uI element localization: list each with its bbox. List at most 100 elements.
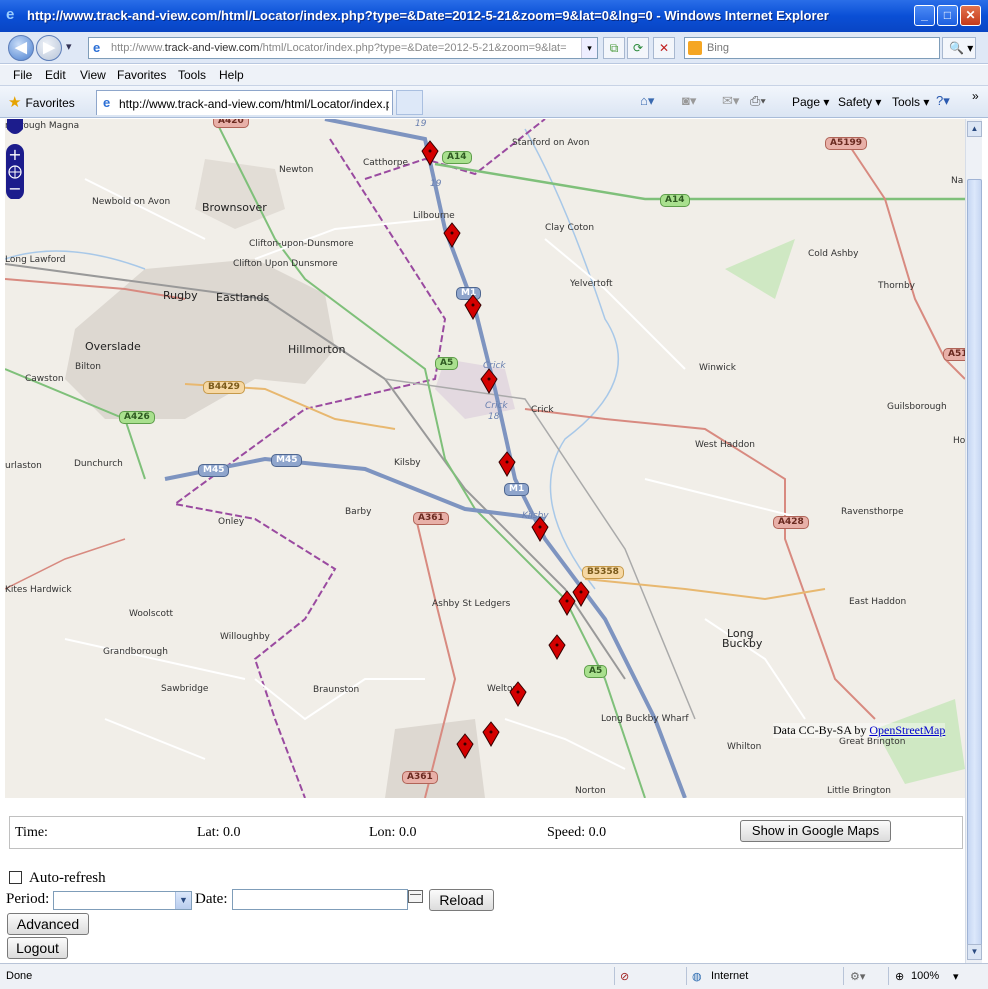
address-bar[interactable]: e http://www.track-and-view.com/html/Loc… — [88, 37, 598, 59]
position-info-panel: Time: Lat: 0.0 Lon: 0.0 Speed: 0.0 Show … — [9, 816, 963, 849]
map-zoom-control: + − — [6, 119, 24, 199]
print-icon[interactable]: ⎙▾ — [750, 93, 766, 109]
lon-label: Lon: 0.0 — [369, 825, 417, 840]
track-marker[interactable] — [480, 368, 498, 394]
scroll-up-icon[interactable]: ▲ — [967, 121, 982, 137]
search-placeholder: Bing — [707, 42, 730, 54]
close-button[interactable]: ✕ — [960, 5, 981, 26]
zoom-out-icon: − — [8, 179, 21, 198]
forward-button[interactable]: ▶ — [36, 35, 62, 61]
period-label: Period: — [6, 891, 50, 907]
title-bar: e http://www.track-and-view.com/html/Loc… — [0, 0, 988, 32]
menu-edit[interactable]: Edit — [45, 68, 66, 82]
page-content: rborough Magna Newton Catthorpe Stanford… — [5, 119, 965, 963]
track-marker[interactable] — [482, 721, 500, 747]
safety-menu[interactable]: Safety ▾ — [838, 95, 881, 109]
calendar-icon[interactable] — [408, 890, 423, 903]
date-label: Date: — [195, 891, 228, 907]
url-path: /html/Locator/index.php?type=&Date=2012-… — [259, 42, 567, 54]
search-box[interactable]: Bing — [684, 37, 940, 59]
menu-tools[interactable]: Tools — [178, 68, 206, 82]
zoom-in-icon: + — [8, 145, 21, 164]
track-markers — [421, 140, 590, 759]
scroll-down-icon[interactable]: ▼ — [967, 944, 982, 960]
advanced-button[interactable]: Advanced — [7, 913, 89, 935]
internet-zone-icon: ◍ — [692, 971, 702, 983]
speed-label: Speed: 0.0 — [547, 825, 607, 840]
home-icon[interactable]: ⌂▾ — [640, 93, 654, 109]
openstreetmap-link[interactable]: OpenStreetMap — [869, 723, 945, 737]
tab-page-icon: e — [103, 95, 111, 110]
reload-button[interactable]: Reload — [429, 889, 494, 911]
refresh-icon[interactable]: ⟳ — [627, 37, 649, 59]
map-view[interactable]: rborough Magna Newton Catthorpe Stanford… — [5, 119, 965, 798]
menu-file[interactable]: File — [13, 68, 32, 82]
track-marker[interactable] — [456, 733, 474, 759]
track-marker[interactable] — [421, 140, 439, 166]
ie-app-icon: e — [6, 6, 15, 23]
new-tab-button[interactable] — [396, 90, 423, 115]
zoom-level[interactable]: 100% — [911, 970, 939, 982]
logout-button[interactable]: Logout — [7, 937, 68, 959]
auto-refresh-label: Auto-refresh — [29, 870, 106, 886]
more-commands-icon[interactable]: » — [972, 89, 979, 103]
zoom-dropdown-icon[interactable]: ▾ — [953, 970, 959, 983]
bing-icon — [688, 41, 702, 55]
add-ons-icon[interactable]: ⚙▾ — [850, 970, 865, 983]
lat-label: Lat: 0.0 — [197, 825, 241, 840]
page-icon: e — [93, 40, 101, 55]
feeds-icon[interactable]: ◙▾ — [682, 93, 696, 109]
compatibility-view-icon[interactable]: ⧉ — [603, 37, 625, 59]
help-icon[interactable]: ?▾ — [936, 93, 950, 109]
url-host: track-and-view.com — [164, 42, 260, 54]
menu-view[interactable]: View — [80, 68, 106, 82]
vertical-scrollbar[interactable]: ▲ ▼ — [965, 119, 982, 963]
track-marker[interactable] — [572, 581, 590, 607]
stop-icon[interactable]: ✕ — [653, 37, 675, 59]
pan-down-icon — [7, 119, 23, 134]
track-marker[interactable] — [558, 590, 576, 616]
time-label: Time: — [15, 825, 48, 840]
status-bar: Done ⊘ ◍ Internet ⚙▾ ⊕ 100% ▾ — [0, 963, 988, 989]
menu-favorites[interactable]: Favorites — [117, 68, 166, 82]
menu-bar: File Edit View Favorites Tools Help — [0, 65, 988, 86]
zoom-level-icon[interactable]: ⊕ — [895, 970, 904, 983]
track-marker[interactable] — [531, 516, 549, 542]
map-attribution: Data CC-By-SA by OpenStreetMap — [773, 723, 946, 738]
window-title: http://www.track-and-view.com/html/Locat… — [27, 8, 829, 23]
track-marker[interactable] — [498, 451, 516, 477]
favorites-label: Favorites — [25, 96, 75, 110]
show-in-google-maps-button[interactable]: Show in Google Maps — [740, 820, 891, 842]
maximize-button[interactable]: □ — [937, 5, 958, 26]
protected-mode-icon: ⊘ — [620, 971, 630, 983]
star-icon: ★ — [8, 94, 22, 111]
period-select[interactable]: ▼ — [53, 891, 192, 910]
auto-refresh-checkbox[interactable] — [9, 871, 22, 884]
menu-help[interactable]: Help — [219, 68, 244, 82]
back-button[interactable]: ◀ — [8, 35, 34, 61]
tab-label: http://www.track-and-view.com/html/Locat… — [119, 97, 389, 111]
track-marker[interactable] — [509, 681, 527, 707]
address-toolbar: ◀ ▶ ▾ e http://www.track-and-view.com/ht… — [0, 32, 988, 64]
address-dropdown-icon[interactable]: ▾ — [581, 38, 597, 58]
url-prefix: http://www. — [111, 42, 165, 54]
favorites-button[interactable]: ★ Favorites — [8, 93, 75, 111]
address-url[interactable]: http://www.track-and-view.com/html/Locat… — [111, 42, 581, 54]
minimize-button[interactable]: _ — [914, 5, 935, 26]
mail-icon[interactable]: ✉▾ — [722, 93, 739, 109]
date-input[interactable] — [232, 889, 408, 910]
security-zone-label: Internet — [711, 970, 749, 982]
status-text: Done — [6, 970, 33, 982]
page-menu[interactable]: Page ▾ — [792, 95, 829, 109]
browser-tab[interactable]: e http://www.track-and-view.com/html/Loc… — [96, 90, 393, 115]
track-marker[interactable] — [464, 294, 482, 320]
search-go-button[interactable]: 🔍 ▾ — [942, 37, 976, 59]
chevron-down-icon[interactable]: ▼ — [175, 892, 191, 909]
track-marker[interactable] — [548, 634, 566, 660]
recent-pages-dropdown[interactable]: ▾ — [66, 40, 72, 53]
tools-menu[interactable]: Tools ▾ — [892, 95, 929, 109]
attribution-text: Data CC-By-SA by — [773, 723, 870, 737]
favorites-bar: ★ Favorites e http://www.track-and-view.c… — [0, 86, 988, 118]
track-marker[interactable] — [443, 222, 461, 248]
scroll-thumb[interactable] — [967, 179, 982, 949]
